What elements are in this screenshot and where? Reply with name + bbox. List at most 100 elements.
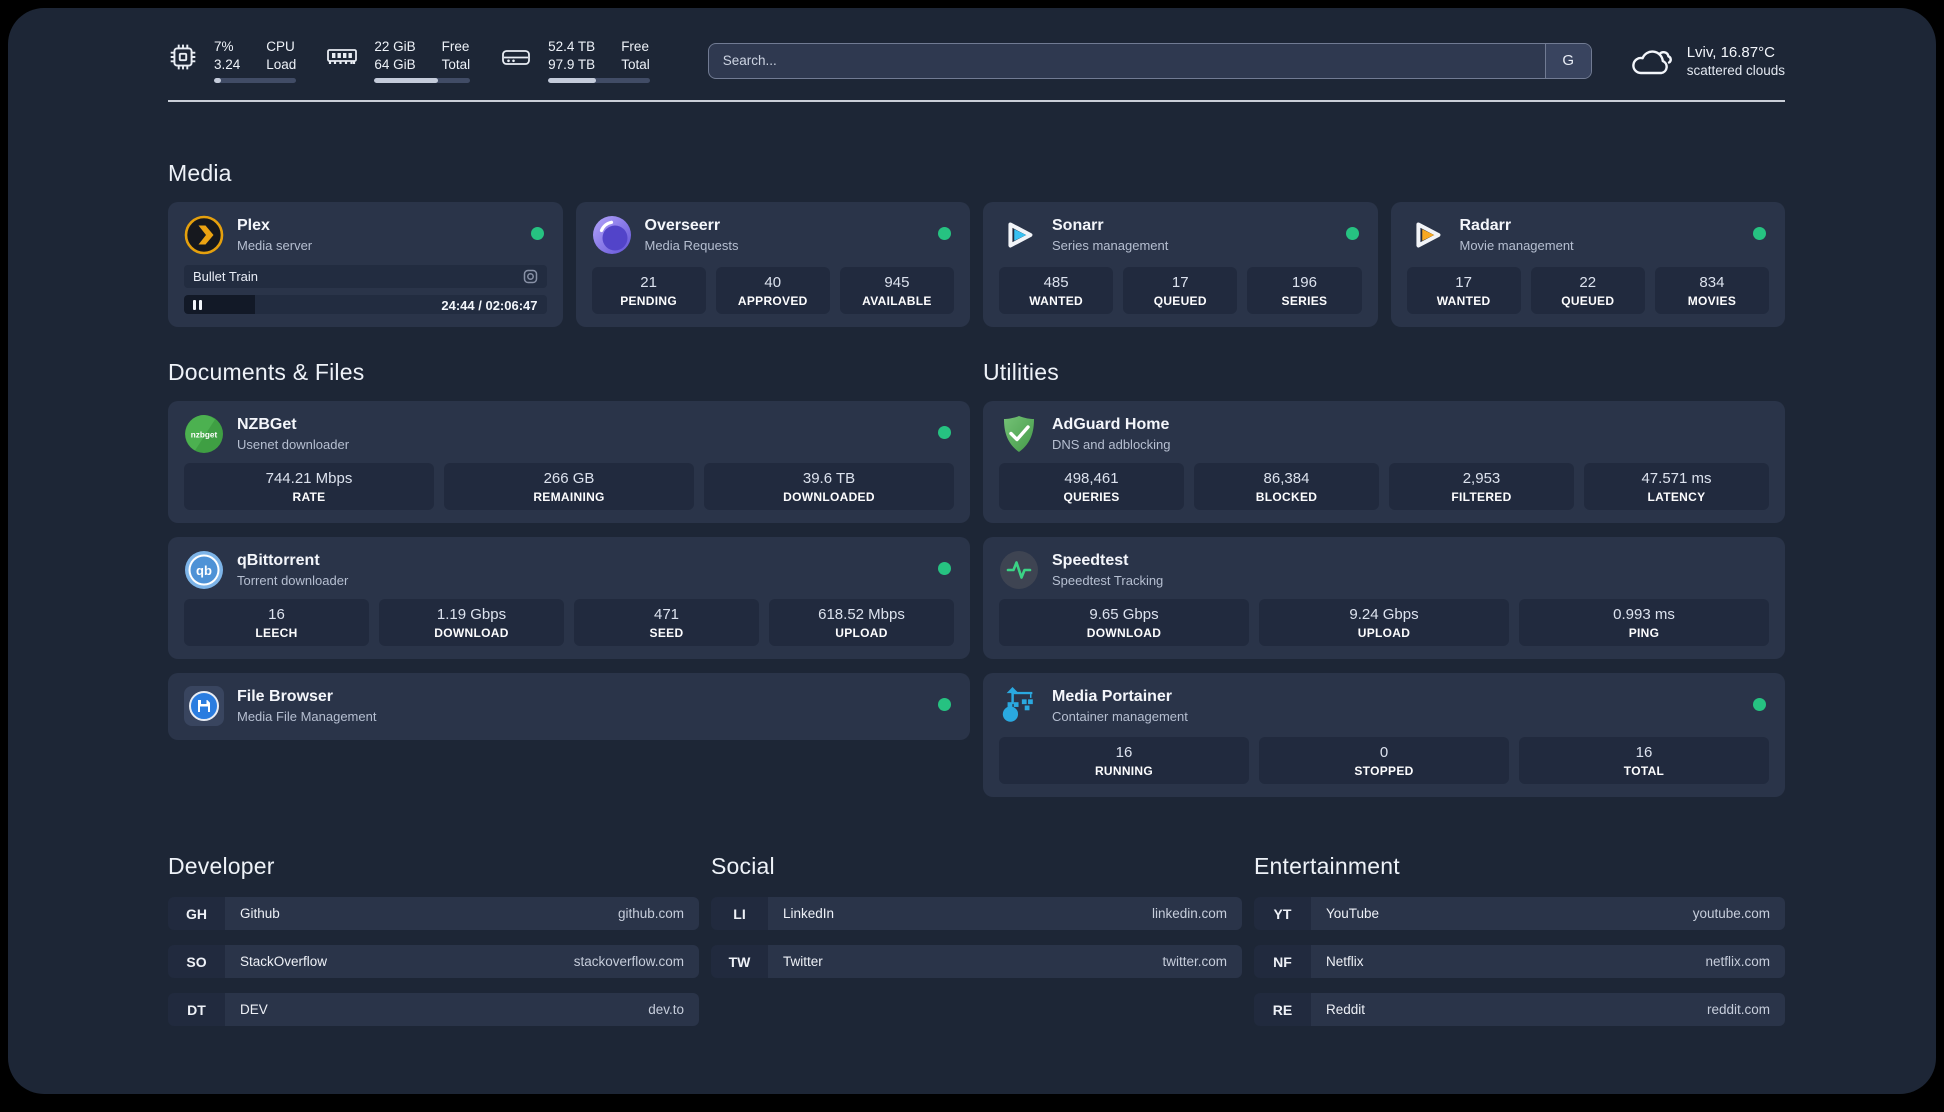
bookmark-abbr: DT [168, 993, 225, 1027]
stat-queries: 498,461 QUERIES [999, 463, 1184, 511]
social-column: Social LI LinkedIn linkedin.com TW Twitt… [711, 853, 1242, 1041]
bookmark-abbr: YT [1254, 897, 1311, 931]
developer-column: Developer GH Github github.com SO StackO… [168, 853, 699, 1041]
utilities-column: Utilities AdGuard Home DNS and adblockin… [983, 359, 1785, 798]
app-card-qbittorrent[interactable]: qb qBittorrent Torrent downloader 16 LEE… [168, 537, 970, 660]
bookmark-youtube[interactable]: YT YouTube youtube.com [1254, 897, 1785, 931]
dashboard-window: 7% 3.24 CPU Load 22 GiB 64 GiB Free Tota… [8, 8, 1936, 1094]
weather-condition: scattered clouds [1686, 62, 1785, 78]
stat-leech: 16 LEECH [184, 599, 369, 647]
app-subtitle: Torrent downloader [237, 573, 349, 589]
bookmark-url: youtube.com [1692, 906, 1770, 922]
cpu-usage-value: 7% [214, 39, 234, 54]
app-subtitle: Movie management [1459, 238, 1574, 254]
speedtest-icon [999, 550, 1039, 590]
app-name: Overseerr [644, 217, 721, 235]
portainer-icon [999, 686, 1039, 726]
app-card-speedtest[interactable]: Speedtest Speedtest Tracking 9.65 Gbps D… [983, 537, 1785, 660]
memory-total-label: Total [441, 56, 471, 72]
bookmark-dev[interactable]: DT DEV dev.to [168, 993, 699, 1027]
svg-text:qb: qb [196, 563, 212, 578]
app-subtitle: Speedtest Tracking [1052, 573, 1164, 589]
stat-download: 9.65 Gbps DOWNLOAD [999, 599, 1249, 647]
app-card-filebrowser[interactable]: File Browser Media File Management [168, 673, 970, 741]
app-name: qBittorrent [237, 552, 320, 570]
bookmark-github[interactable]: GH Github github.com [168, 897, 699, 931]
player-time: 24:44 / 02:06:47 [441, 297, 538, 313]
memory-widget: 22 GiB 64 GiB Free Total [326, 38, 471, 84]
app-card-radarr[interactable]: Radarr Movie management 17 WANTED 22 QUE… [1390, 202, 1785, 328]
memory-progressbar [374, 78, 471, 84]
status-dot-online [938, 426, 951, 440]
app-card-overseerr[interactable]: Overseerr Media Requests 21 PENDING 40 A… [575, 202, 970, 328]
weather-location-temp: Lviv, 16.87°C [1686, 43, 1775, 61]
cpu-progressbar [214, 78, 297, 84]
memory-free-value: 22 GiB [374, 39, 416, 54]
status-dot-online [1345, 227, 1359, 241]
app-card-plex[interactable]: Plex Media server Bullet Train 24:44 / 0… [168, 202, 563, 328]
disk-free-value: 52.4 TB [548, 39, 596, 54]
bookmark-twitter[interactable]: TW Twitter twitter.com [711, 945, 1242, 979]
bookmark-name: Netflix [1326, 954, 1364, 970]
cpu-widget: 7% 3.24 CPU Load [168, 38, 297, 84]
app-subtitle: Media server [237, 238, 313, 254]
stat-queued: 17 QUEUED [1123, 267, 1238, 315]
app-card-adguard[interactable]: AdGuard Home DNS and adblocking 498,461 … [983, 401, 1785, 524]
app-subtitle: Container management [1052, 709, 1188, 725]
app-name: File Browser [237, 688, 334, 706]
app-name: NZBGet [237, 416, 297, 434]
bookmark-netflix[interactable]: NF Netflix netflix.com [1254, 945, 1785, 979]
section-title-developer: Developer [168, 853, 275, 880]
status-dot-online [1753, 698, 1766, 712]
stat-series: 196 SERIES [1247, 267, 1362, 315]
bookmark-name: DEV [240, 1002, 268, 1018]
stat-available: 945 AVAILABLE [839, 267, 955, 315]
cloud-icon [1628, 42, 1674, 80]
disk-total-label: Total [621, 56, 650, 72]
weather-widget: Lviv, 16.87°C scattered clouds [1628, 42, 1785, 80]
app-card-portainer[interactable]: Media Portainer Container management 16 … [983, 673, 1785, 798]
app-card-nzbget[interactable]: nzbget NZBGet Usenet downloader 744.21 M… [168, 401, 970, 524]
status-dot-online [938, 562, 951, 576]
topbar-divider [168, 100, 1785, 103]
bookmark-linkedin[interactable]: LI LinkedIn linkedin.com [711, 897, 1242, 931]
bookmark-stackoverflow[interactable]: SO StackOverflow stackoverflow.com [168, 945, 699, 979]
app-subtitle: Usenet downloader [237, 437, 350, 453]
search-bar: G [707, 42, 1592, 79]
player-device-icon[interactable] [523, 269, 538, 284]
pause-icon[interactable] [193, 299, 202, 310]
bookmark-name: YouTube [1326, 906, 1380, 922]
section-title-media: Media [168, 160, 232, 187]
stat-stopped: 0 STOPPED [1259, 737, 1509, 785]
stat-total: 16 TOTAL [1519, 737, 1769, 785]
nzbget-icon: nzbget [184, 414, 224, 454]
stat-running: 16 RUNNING [999, 737, 1249, 785]
cpu-load-value: 3.24 [214, 56, 241, 72]
filebrowser-icon [184, 686, 224, 727]
documents-column: Documents & Files nzbget NZBGet Usenet d… [168, 359, 970, 797]
search-input[interactable] [708, 43, 1545, 78]
bookmark-name: Github [240, 906, 280, 922]
entertainment-column: Entertainment YT YouTube youtube.com NF … [1254, 853, 1785, 1041]
bookmark-name: Reddit [1326, 1002, 1366, 1018]
app-subtitle: Media File Management [237, 709, 377, 725]
disk-widget: 52.4 TB 97.9 TB Free Total [500, 38, 650, 84]
cpu-icon [168, 42, 198, 72]
app-card-sonarr[interactable]: Sonarr Series management 485 WANTED 17 Q… [983, 202, 1378, 328]
bookmark-url: netflix.com [1705, 954, 1770, 970]
player-progressbar[interactable]: 24:44 / 02:06:47 [184, 294, 547, 315]
bookmark-abbr: RE [1254, 993, 1311, 1027]
stat-filtered: 2,953 FILTERED [1389, 463, 1574, 511]
status-dot-online [938, 698, 951, 712]
app-name: Sonarr [1052, 217, 1104, 235]
search-engine-button[interactable]: G [1544, 43, 1591, 78]
stat-downloaded: 39.6 TB DOWNLOADED [704, 463, 954, 511]
stat-queued: 22 QUEUED [1530, 267, 1645, 315]
section-title-documents: Documents & Files [168, 359, 365, 386]
status-dot-online [530, 227, 544, 241]
disk-free-label: Free [621, 39, 649, 54]
bookmark-reddit[interactable]: RE Reddit reddit.com [1254, 993, 1785, 1027]
adguard-icon [999, 414, 1039, 454]
cpu-usage-label: CPU [266, 39, 295, 54]
stat-upload: 9.24 Gbps UPLOAD [1259, 599, 1509, 647]
